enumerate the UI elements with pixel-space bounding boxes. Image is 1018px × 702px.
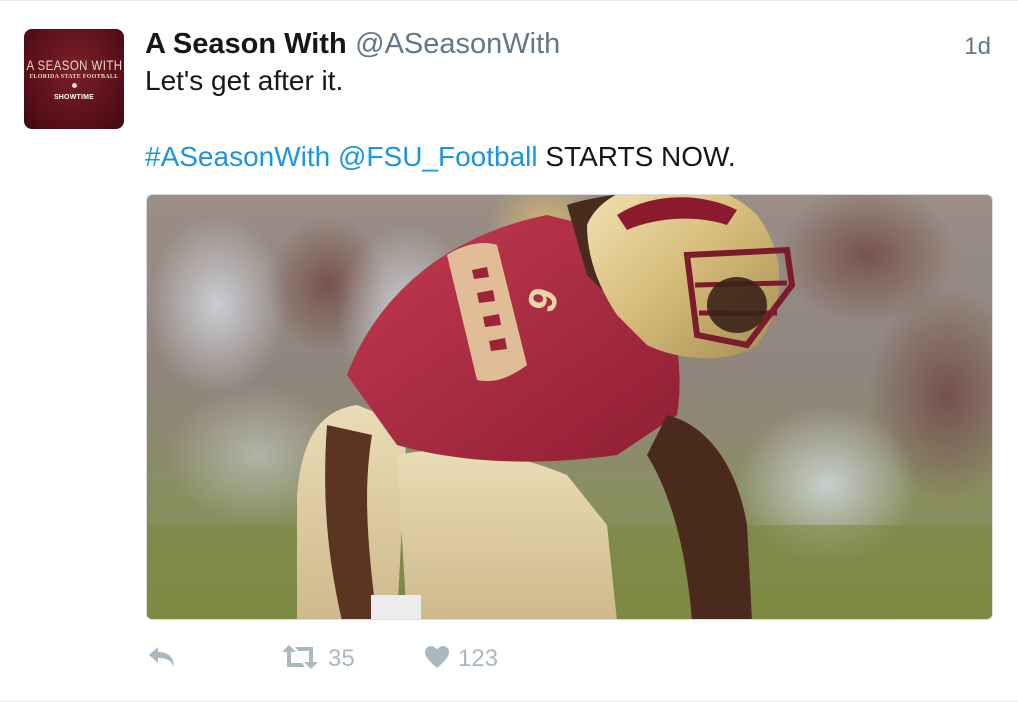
user-handle[interactable]: @ASeasonWith — [355, 28, 560, 60]
tweet-timestamp[interactable]: 1d — [964, 33, 991, 61]
tweet-header: A Season With @ASeasonWith — [145, 28, 560, 61]
retweet-button[interactable]: 35 — [280, 641, 355, 677]
reply-icon — [146, 643, 178, 676]
reply-button[interactable] — [146, 641, 178, 677]
tweet-text-line2: #ASeasonWith @FSU_Football STARTS NOW. — [145, 141, 736, 173]
retweet-count: 35 — [328, 645, 355, 672]
hashtag-link[interactable]: #ASeasonWith — [145, 141, 330, 172]
avatar[interactable]: A SEASON WITH FLORIDA STATE FOOTBALL SHO… — [24, 29, 124, 129]
tweet-text-rest: STARTS NOW. — [537, 141, 736, 172]
display-name[interactable]: A Season With — [145, 28, 347, 60]
football-player-photo: 9 — [147, 195, 992, 619]
like-count: 123 — [458, 645, 499, 672]
mention-link[interactable]: @FSU_Football — [338, 141, 538, 172]
fsu-logo-icon — [71, 82, 77, 88]
tweet-text-line1: Let's get after it. — [145, 65, 344, 96]
tweet-actions: 35 123 — [146, 641, 646, 677]
heart-icon — [424, 645, 450, 674]
like-button[interactable]: 123 — [424, 641, 498, 677]
retweet-icon — [280, 643, 320, 676]
avatar-title: A SEASON WITH — [26, 56, 122, 73]
tweet-card[interactable]: A SEASON WITH FLORIDA STATE FOOTBALL SHO… — [0, 0, 1018, 702]
avatar-subtitle: FLORIDA STATE FOOTBALL — [29, 73, 119, 80]
showtime-logo: SHOWTIME — [53, 93, 95, 101]
tweet-media-image[interactable]: 9 — [146, 194, 993, 620]
